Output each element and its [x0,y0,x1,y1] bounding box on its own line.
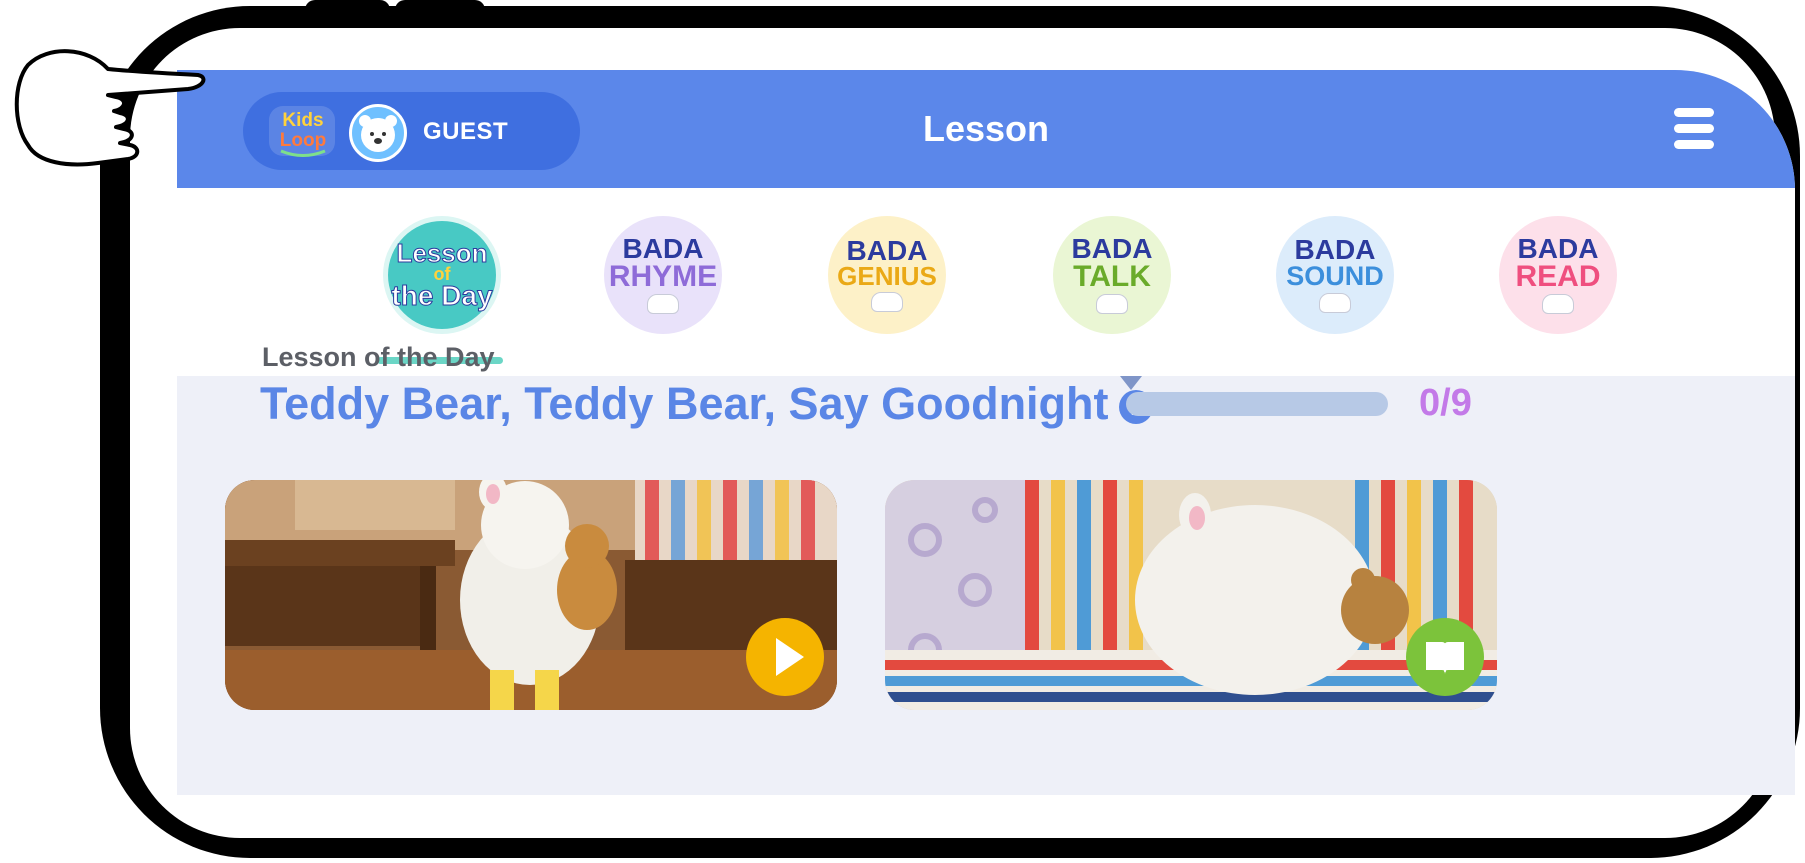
book-icon [1426,642,1464,674]
tab-label: BADA [1071,232,1153,264]
hamburger-menu-button[interactable] [1674,108,1714,150]
tab-label: BADA [846,234,928,266]
progress-marker-icon [1120,376,1142,390]
tab-bada-read[interactable]: BADA READ [1488,210,1628,340]
page-title: Lesson [922,108,1050,149]
tab-bada-sound[interactable]: BADA SOUND [1265,210,1405,340]
progress-count: 0/9 [1419,382,1472,424]
lesson-card-video[interactable] [225,480,837,710]
lesson-title: Teddy Bear, Teddy Bear, Say Goodnighti [260,378,1153,430]
pointing-hand-icon [14,49,206,167]
tab-lesson-of-the-day[interactable]: Lesson of the Day [372,210,512,340]
lesson-card-book[interactable] [885,480,1497,710]
bear-icon [1096,294,1128,315]
bear-icon [647,294,679,315]
play-button[interactable] [746,618,824,696]
app-screen: Kids Loop GUEST Lesson Lesson of the Day… [177,70,1795,795]
book-button[interactable] [1406,618,1484,696]
bear-icon [1542,294,1574,315]
bear-icon [871,292,903,313]
progress-bar [1126,392,1388,416]
lesson-title-text: Teddy Bear, Teddy Bear, Say Goodnight [260,378,1109,429]
tab-label: BADA [1517,232,1599,264]
tab-bada-genius[interactable]: BADA GENIUS [817,210,957,340]
phone-button [305,0,390,20]
tab-label: Lesson [396,237,488,268]
tab-label: BADA [622,232,704,264]
play-icon [776,638,804,676]
lesson-section-label: Lesson of the Day [262,342,495,372]
tab-bada-talk[interactable]: BADA TALK [1042,210,1182,340]
phone-button [395,0,485,20]
tab-label: BADA [1294,234,1376,266]
tab-bada-rhyme[interactable]: BADA RHYME [593,210,733,340]
top-bar: Kids Loop GUEST Lesson [177,70,1795,188]
bear-icon [1319,292,1351,313]
menu-icon [1674,108,1714,117]
